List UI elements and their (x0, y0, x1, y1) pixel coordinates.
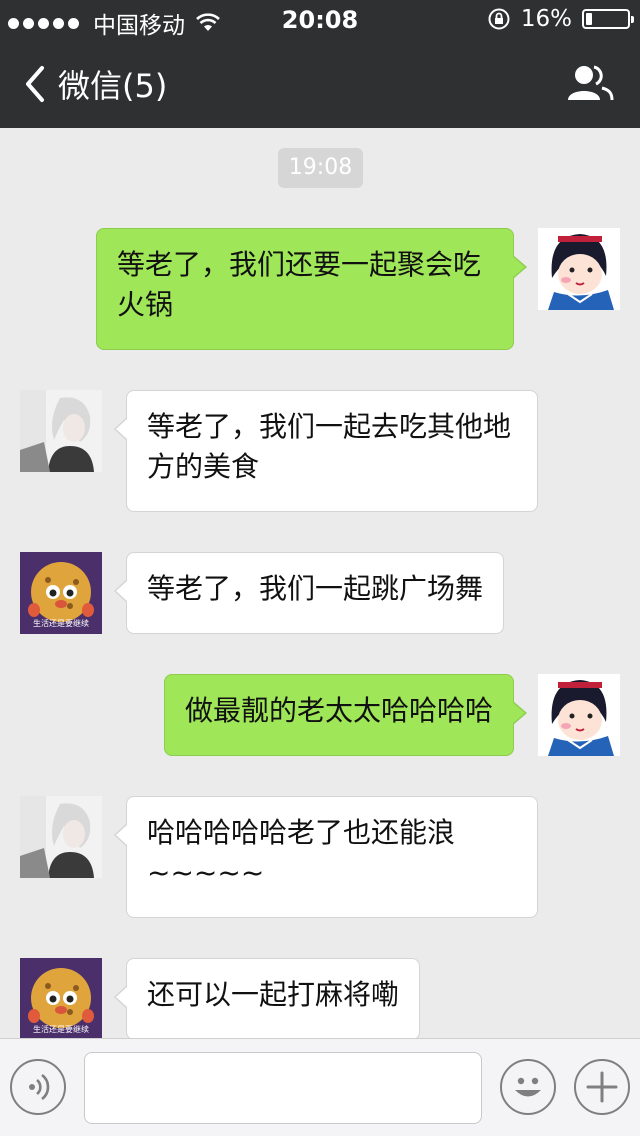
status-bar: 中国移动 20:08 16% (0, 0, 640, 40)
cookie-character-avatar-image: 生活还是要继续 (20, 552, 102, 634)
message-bubble-incoming[interactable]: 哈哈哈哈哈老了也还能浪~~~~~ (114, 796, 538, 918)
timestamp-badge: 19:08 (278, 148, 363, 188)
status-right: 16% (487, 6, 634, 32)
nav-bar: 微信(5) (0, 40, 640, 128)
message-bubble-outgoing[interactable]: 等老了，我们还要一起聚会吃火锅 (96, 228, 527, 350)
snow-white-avatar[interactable] (538, 674, 620, 756)
rotation-lock-icon (488, 8, 510, 30)
emoji-button[interactable] (500, 1059, 556, 1115)
message-text: 等老了，我们一起去吃其他地方的美食 (147, 410, 512, 483)
more-button[interactable] (574, 1059, 630, 1115)
snow-white-avatar[interactable] (538, 228, 620, 310)
back-button[interactable]: 微信(5) (18, 60, 167, 108)
chevron-left-icon (26, 66, 44, 102)
snow-white-avatar-image (538, 674, 620, 756)
cookie-character-avatar-image: 生活还是要继续 (20, 958, 102, 1038)
smiley-icon (515, 1077, 541, 1097)
white-hair-boy-avatar[interactable] (20, 796, 102, 878)
message-bubble-outgoing[interactable]: 做最靓的老太太哈哈哈哈 (164, 674, 527, 756)
white-hair-boy-avatar-image (20, 390, 102, 472)
message-text: 等老了，我们一起跳广场舞 (147, 572, 484, 605)
message-bubble-incoming[interactable]: 还可以一起打麻将嘞 (114, 958, 420, 1038)
message-text: 做最靓的老太太哈哈哈哈 (185, 694, 494, 727)
message-bubble-incoming[interactable]: 等老了，我们一起去吃其他地方的美食 (114, 390, 538, 512)
voice-icon (29, 1073, 50, 1101)
message-input[interactable] (84, 1052, 482, 1124)
input-bar (0, 1038, 640, 1136)
message-bubble-incoming[interactable]: 等老了，我们一起跳广场舞 (114, 552, 504, 634)
plus-icon (586, 1071, 618, 1103)
back-title: 微信(5) (58, 67, 168, 105)
message-text: 哈哈哈哈哈老了也还能浪~~~~~ (147, 816, 456, 889)
message-text: 还可以一起打麻将嘞 (147, 978, 400, 1011)
snow-white-avatar-image (538, 228, 620, 310)
group-members-icon[interactable] (566, 62, 614, 106)
white-hair-boy-avatar-image (20, 796, 102, 878)
battery-fill (586, 13, 592, 25)
cookie-character-avatar[interactable]: 生活还是要继续 (20, 552, 102, 634)
avatar-caption: 生活还是要继续 (33, 618, 89, 628)
chat-screen: 中国移动 20:08 16% 微信(5) 19:08 等老了，我们还要一起聚会吃… (0, 0, 640, 1136)
voice-button[interactable] (10, 1059, 66, 1115)
cookie-character-avatar[interactable]: 生活还是要继续 (20, 958, 102, 1038)
battery-icon (582, 9, 634, 29)
battery-percent: 16% (520, 6, 572, 32)
white-hair-boy-avatar[interactable] (20, 390, 102, 472)
message-list[interactable]: 19:08 等老了，我们还要一起聚会吃火锅 等老了，我们一起去吃其他地方的美食 … (0, 128, 640, 1038)
avatar-caption: 生活还是要继续 (33, 1024, 89, 1034)
message-text: 等老了，我们还要一起聚会吃火锅 (117, 248, 482, 321)
